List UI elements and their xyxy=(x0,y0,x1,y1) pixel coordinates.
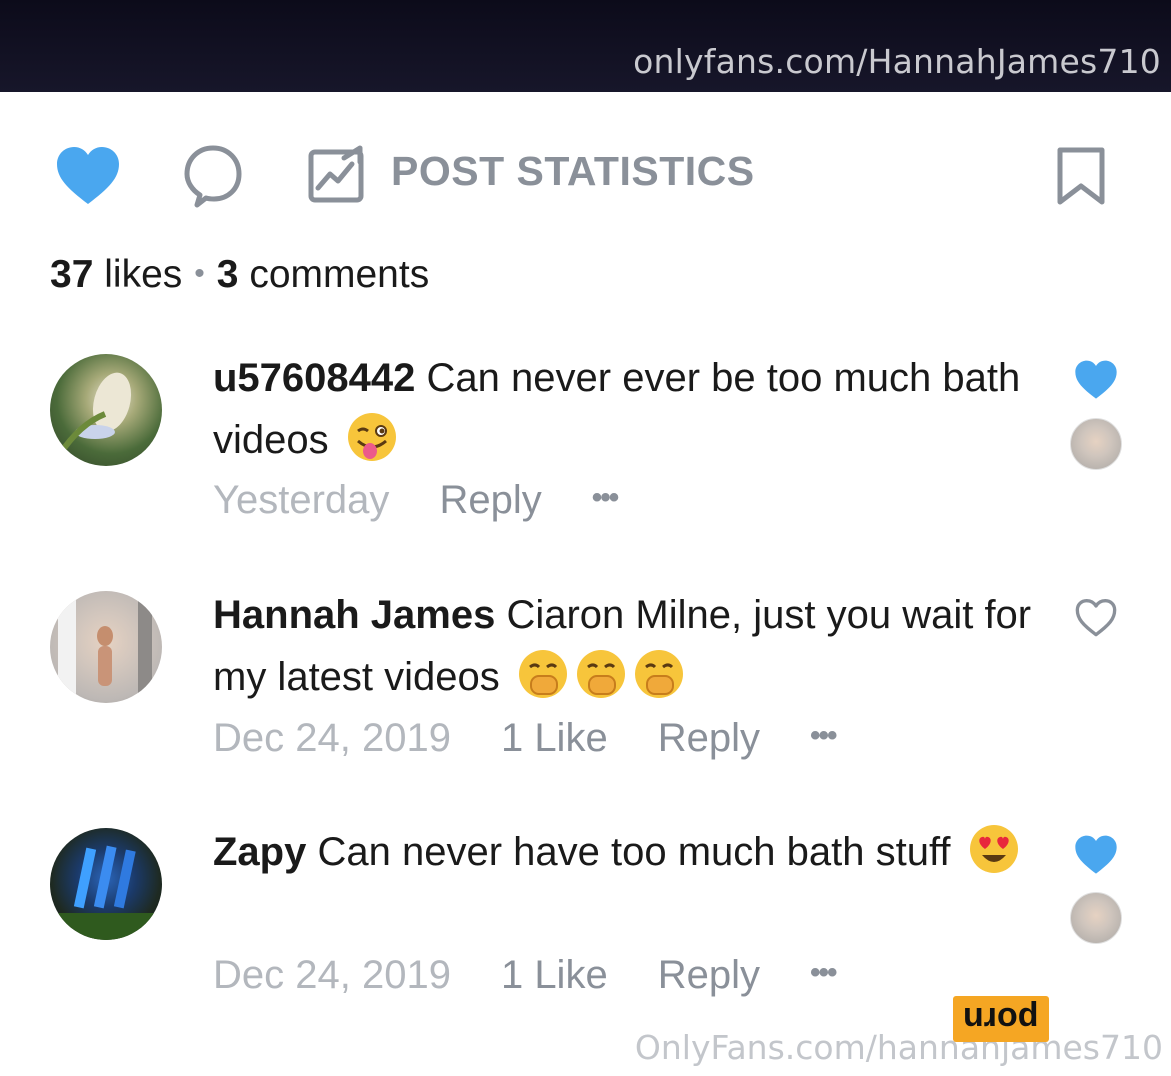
watermark-text: OnlyFans.com/hannahjames710 xyxy=(634,1028,1163,1067)
badge-label: porn xyxy=(963,1000,1039,1038)
comment-body: u57608442 Can never ever be too much bat… xyxy=(213,347,1043,471)
liked-by-avatar xyxy=(1070,892,1122,944)
face-with-hand-over-mouth-emoji xyxy=(518,650,567,698)
comment-text: Can never have too much bath stuff xyxy=(317,830,951,874)
more-options-button[interactable]: ••• xyxy=(810,956,837,989)
comment-username[interactable]: Hannah James xyxy=(213,593,495,637)
comment-date: Dec 24, 2019 xyxy=(213,716,451,760)
comment-like-count[interactable]: 1 Like xyxy=(501,953,608,997)
comment-like-count[interactable]: 1 Like xyxy=(501,716,608,760)
header-url: onlyfans.com/HannahJames710 xyxy=(633,42,1161,81)
comments-count: 3 xyxy=(216,253,239,296)
avatar-image xyxy=(50,845,162,940)
avatar[interactable] xyxy=(50,591,162,703)
comment-like-heart-icon[interactable] xyxy=(1074,360,1118,400)
likes-count: 37 xyxy=(50,253,94,296)
avatar[interactable] xyxy=(50,828,162,940)
post-statistics-chart-icon[interactable] xyxy=(308,144,368,204)
engagement-summary: 37 likes • 3 comments xyxy=(50,253,429,297)
more-options-button[interactable]: ••• xyxy=(810,719,837,752)
comment-body: Hannah James Ciaron Milne, just you wait… xyxy=(213,584,1043,708)
comment-date: Yesterday xyxy=(213,478,390,522)
comments-word: comments xyxy=(249,253,430,296)
comment-bubble-icon[interactable] xyxy=(183,144,243,208)
liked-by-avatar xyxy=(1070,418,1122,470)
top-bar: onlyfans.com/HannahJames710 xyxy=(0,0,1171,92)
avatar[interactable] xyxy=(50,354,162,466)
bookmark-icon[interactable] xyxy=(1055,146,1107,206)
face-with-hand-over-mouth-emoji xyxy=(634,650,683,698)
comment-date: Dec 24, 2019 xyxy=(213,953,451,997)
separator-dot: • xyxy=(194,257,205,290)
reply-button[interactable]: Reply xyxy=(658,716,760,760)
comment-meta: Dec 24, 2019 1 Like Reply ••• xyxy=(213,953,885,998)
face-with-hand-over-mouth-emoji xyxy=(576,650,625,698)
comment-meta: Dec 24, 2019 1 Like Reply ••• xyxy=(213,716,885,761)
like-heart-icon[interactable] xyxy=(55,146,121,206)
comment-like-heart-icon[interactable] xyxy=(1074,835,1118,875)
comment-body: Zapy Can never have too much bath stuff xyxy=(213,821,1043,883)
winking-face-with-tongue-emoji xyxy=(347,413,396,461)
comment-like-heart-outline-icon[interactable] xyxy=(1074,598,1118,638)
post-statistics-button[interactable]: POST STATISTICS xyxy=(391,148,755,195)
comment-username[interactable]: Zapy xyxy=(213,830,306,874)
reply-button[interactable]: Reply xyxy=(658,953,760,997)
comment-meta: Yesterday Reply ••• xyxy=(213,478,667,523)
likes-word: likes xyxy=(104,253,183,296)
reply-button[interactable]: Reply xyxy=(439,478,541,522)
avatar-image xyxy=(58,591,152,703)
more-options-button[interactable]: ••• xyxy=(592,481,619,514)
avatar-image xyxy=(57,372,132,456)
comment-username[interactable]: u57608442 xyxy=(213,356,415,400)
watermark-badge: porn xyxy=(953,996,1049,1042)
smiling-face-with-heart-eyes-emoji xyxy=(969,825,1018,873)
